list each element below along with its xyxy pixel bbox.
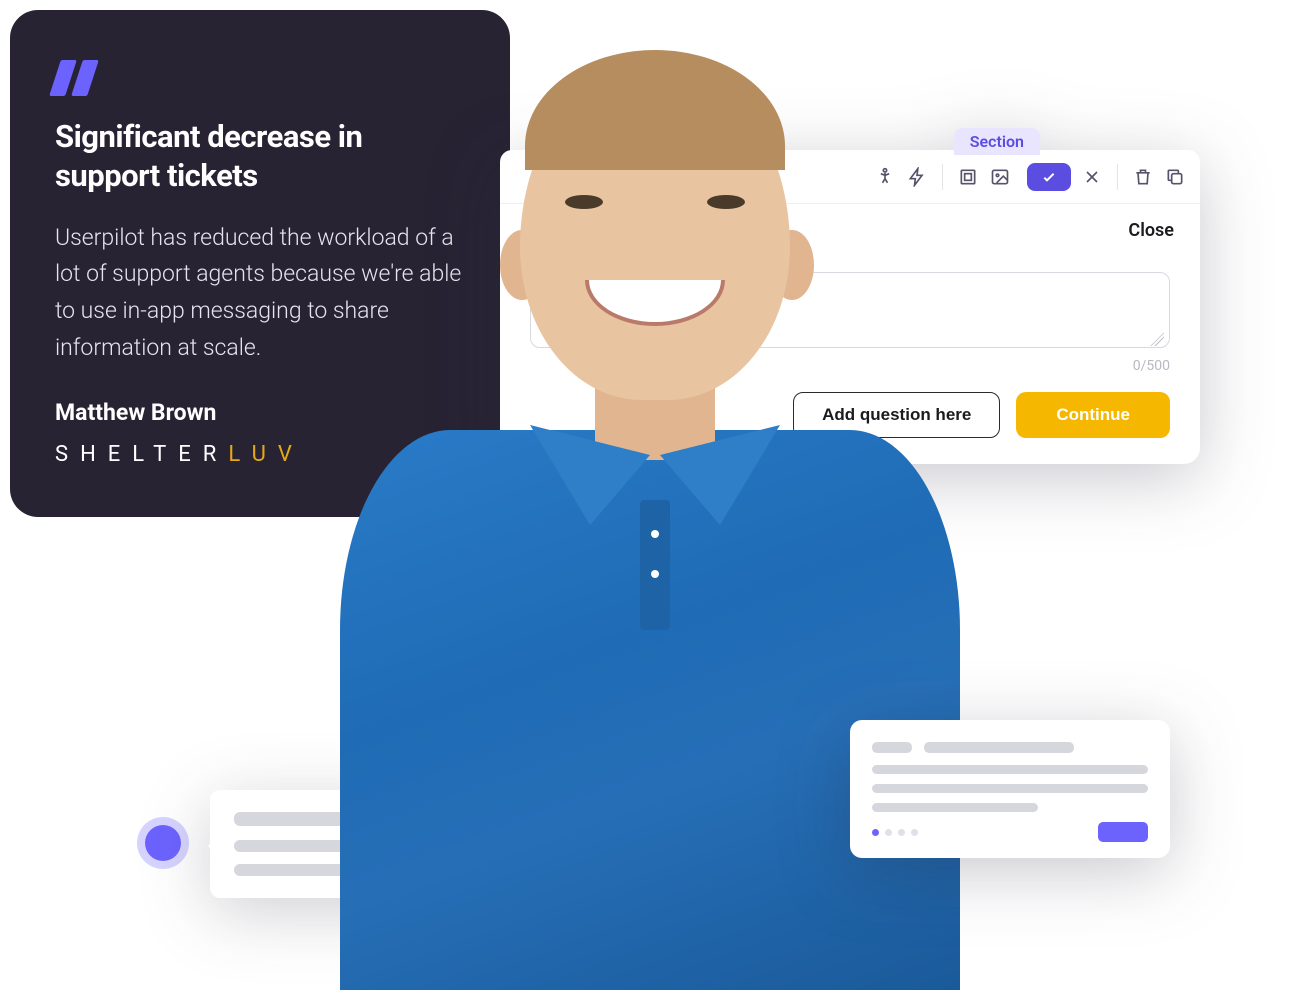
hotspot-beacon[interactable] xyxy=(145,825,181,861)
resize-handle-icon[interactable] xyxy=(1150,332,1164,346)
person-photo xyxy=(360,30,920,990)
onboarding-card xyxy=(850,720,1170,858)
continue-button[interactable]: Continue xyxy=(1016,392,1170,438)
skeleton-line xyxy=(872,742,912,753)
close-icon[interactable] xyxy=(1081,166,1103,188)
trash-icon[interactable] xyxy=(1132,166,1154,188)
skeleton-line xyxy=(872,765,1148,774)
confirm-button[interactable] xyxy=(1027,163,1071,191)
skeleton-line xyxy=(872,784,1148,793)
onboarding-next-button[interactable] xyxy=(1098,822,1148,842)
survey-close-link[interactable]: Close xyxy=(1128,220,1174,241)
section-tab[interactable]: Section xyxy=(954,128,1040,155)
skeleton-line xyxy=(924,742,1074,753)
copy-icon[interactable] xyxy=(1164,166,1186,188)
image-icon[interactable] xyxy=(989,166,1011,188)
skeleton-line xyxy=(872,803,1038,812)
frame-icon[interactable] xyxy=(957,166,979,188)
carousel-dots[interactable] xyxy=(872,829,918,836)
